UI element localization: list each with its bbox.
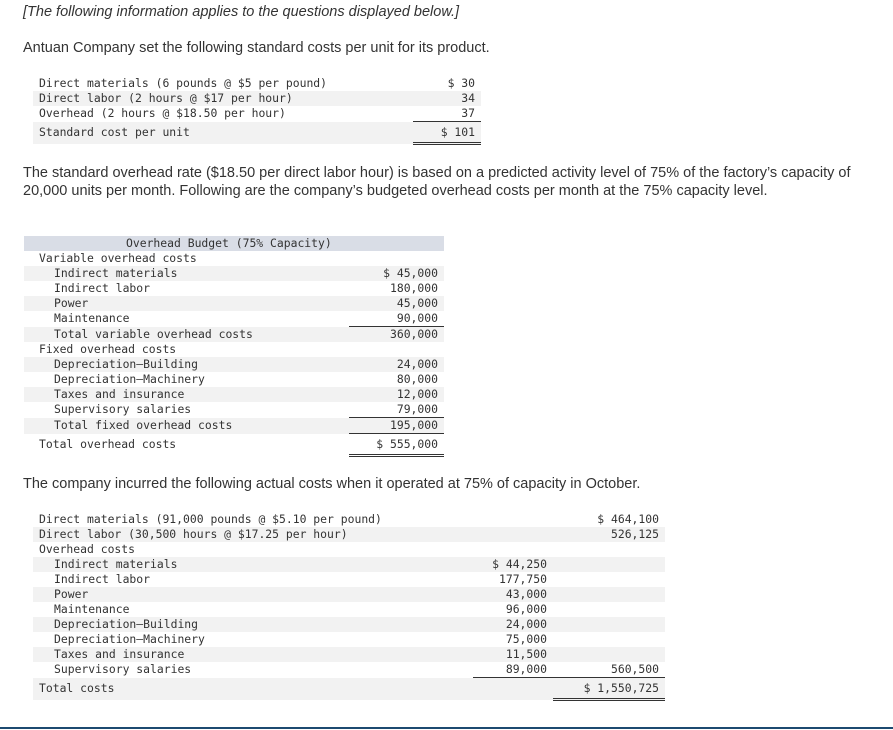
section-heading-row: Overhead costs bbox=[33, 542, 665, 557]
row-value: $ 30 bbox=[447, 76, 475, 90]
row-value: 90,000 bbox=[349, 311, 444, 327]
budget-row: Taxes and insurance 12,000 bbox=[24, 387, 444, 402]
budget-row: Power 45,000 bbox=[24, 296, 444, 311]
actual-overhead-row: Depreciation—Machinery 75,000 bbox=[33, 632, 665, 647]
budget-row: Depreciation—Building 24,000 bbox=[24, 357, 444, 372]
row-label: Power bbox=[24, 296, 349, 311]
row-value: 45,000 bbox=[349, 296, 444, 311]
actual-overhead-row: Depreciation—Building 24,000 bbox=[33, 617, 665, 632]
row-label: Direct materials (6 pounds @ $5 per poun… bbox=[39, 76, 328, 90]
standard-cost-row: Direct materials (6 pounds @ $5 per poun… bbox=[33, 76, 481, 91]
row-label: Direct labor (30,500 hours @ $17.25 per … bbox=[33, 527, 473, 542]
footer-divider bbox=[0, 727, 893, 729]
row-label: Power bbox=[33, 587, 473, 602]
row-label: Indirect labor bbox=[54, 572, 151, 586]
row-label: Maintenance bbox=[54, 311, 130, 326]
budget-title: Overhead Budget (75% Capacity) bbox=[24, 236, 444, 251]
row-label: Total overhead costs bbox=[39, 437, 177, 451]
budget-row: Maintenance 90,000 bbox=[24, 311, 444, 327]
actual-costs-table: Direct materials (91,000 pounds @ $5.10 … bbox=[33, 512, 665, 701]
budget-row: Depreciation—Machinery 80,000 bbox=[24, 372, 444, 387]
budget-row: Indirect materials $ 45,000 bbox=[24, 266, 444, 281]
actual-overhead-row: Power 43,000 bbox=[33, 587, 665, 602]
budget-title-row: Overhead Budget (75% Capacity) bbox=[24, 236, 444, 251]
row-label: Total variable overhead costs bbox=[24, 326, 349, 342]
row-value: 96,000 bbox=[505, 602, 547, 616]
budget-row: Indirect labor 180,000 bbox=[24, 281, 444, 296]
row-label: Indirect materials bbox=[24, 266, 349, 281]
row-label: Taxes and insurance bbox=[33, 647, 473, 662]
row-label: Depreciation—Machinery bbox=[54, 632, 205, 646]
section-heading-row: Variable overhead costs bbox=[24, 251, 444, 266]
row-value: $ 44,250 bbox=[473, 557, 553, 572]
standard-costs-lead: Antuan Company set the following standar… bbox=[23, 40, 490, 56]
overhead-total-value: 560,500 bbox=[553, 662, 665, 678]
actual-overhead-row: Maintenance 96,000 bbox=[33, 602, 665, 617]
actual-costs-paragraph: The company incurred the following actua… bbox=[23, 476, 641, 492]
actual-row: Direct materials (91,000 pounds @ $5.10 … bbox=[33, 512, 665, 527]
row-value: 11,500 bbox=[473, 647, 553, 662]
actual-overhead-row: Taxes and insurance 11,500 bbox=[33, 647, 665, 662]
row-value: 37 bbox=[413, 106, 481, 122]
row-label: Direct labor (2 hours @ $17 per hour) bbox=[33, 91, 413, 106]
overhead-heading: Overhead costs bbox=[39, 542, 136, 556]
row-value: 34 bbox=[413, 91, 481, 106]
budget-total-row: Total overhead costs $ 555,000 bbox=[24, 433, 444, 457]
row-label: Depreciation—Building bbox=[24, 357, 349, 372]
section-heading-row: Fixed overhead costs bbox=[24, 342, 444, 357]
row-value: 177,750 bbox=[498, 572, 547, 586]
row-label: Depreciation—Machinery bbox=[54, 372, 205, 386]
actual-row: Direct labor (30,500 hours @ $17.25 per … bbox=[33, 527, 665, 542]
row-value: 89,000 bbox=[473, 662, 553, 678]
actual-overhead-row: Indirect labor 177,750 bbox=[33, 572, 665, 587]
row-value: $ 45,000 bbox=[349, 266, 444, 281]
row-value: $ 1,550,725 bbox=[553, 677, 665, 701]
row-value: 180,000 bbox=[389, 281, 438, 295]
row-value: 24,000 bbox=[473, 617, 553, 632]
standard-cost-total-row: Standard cost per unit $ 101 bbox=[33, 121, 481, 145]
standard-cost-row: Overhead (2 hours @ $18.50 per hour) 37 bbox=[33, 106, 481, 122]
budget-subtotal-row: Total variable overhead costs 360,000 bbox=[24, 326, 444, 342]
row-value: 43,000 bbox=[473, 587, 553, 602]
row-label: Overhead (2 hours @ $18.50 per hour) bbox=[39, 106, 286, 121]
row-value: $ 555,000 bbox=[349, 433, 444, 457]
row-label: Depreciation—Building bbox=[33, 617, 473, 632]
fixed-heading: Fixed overhead costs bbox=[39, 342, 177, 356]
row-label: Supervisory salaries bbox=[54, 402, 192, 417]
row-label: Taxes and insurance bbox=[24, 387, 349, 402]
row-value: 75,000 bbox=[505, 632, 547, 646]
row-value: 195,000 bbox=[349, 417, 444, 434]
budget-row: Supervisory salaries 79,000 bbox=[24, 402, 444, 418]
row-value: 526,125 bbox=[553, 527, 665, 542]
variable-heading: Variable overhead costs bbox=[39, 251, 197, 265]
row-value: 24,000 bbox=[349, 357, 444, 372]
row-value: 80,000 bbox=[396, 372, 438, 386]
row-label: Supervisory salaries bbox=[54, 662, 192, 677]
row-value: 79,000 bbox=[349, 402, 444, 418]
row-label: Total fixed overhead costs bbox=[24, 417, 349, 434]
row-label: Maintenance bbox=[54, 602, 130, 616]
intro-note: [The following information applies to th… bbox=[23, 4, 460, 20]
row-label: Total costs bbox=[33, 677, 473, 700]
row-value: 12,000 bbox=[349, 387, 444, 402]
row-label: Indirect materials bbox=[33, 557, 473, 572]
standard-cost-row: Direct labor (2 hours @ $17 per hour) 34 bbox=[33, 91, 481, 106]
actual-overhead-row: Supervisory salaries 89,000 560,500 bbox=[33, 662, 665, 678]
standard-cost-table: Direct materials (6 pounds @ $5 per poun… bbox=[33, 76, 481, 145]
row-value: 360,000 bbox=[349, 326, 444, 342]
budget-subtotal-row: Total fixed overhead costs 195,000 bbox=[24, 417, 444, 434]
row-value: $ 101 bbox=[413, 121, 481, 145]
row-label: Direct materials (91,000 pounds @ $5.10 … bbox=[39, 512, 382, 526]
row-value: $ 464,100 bbox=[597, 512, 659, 526]
row-label: Standard cost per unit bbox=[33, 121, 413, 144]
actual-total-row: Total costs $ 1,550,725 bbox=[33, 677, 665, 701]
actual-overhead-row: Indirect materials $ 44,250 bbox=[33, 557, 665, 572]
row-label: Indirect labor bbox=[54, 281, 151, 295]
overhead-budget-table: Overhead Budget (75% Capacity) Variable … bbox=[24, 236, 444, 457]
overhead-rate-paragraph: The standard overhead rate ($18.50 per d… bbox=[23, 165, 851, 199]
